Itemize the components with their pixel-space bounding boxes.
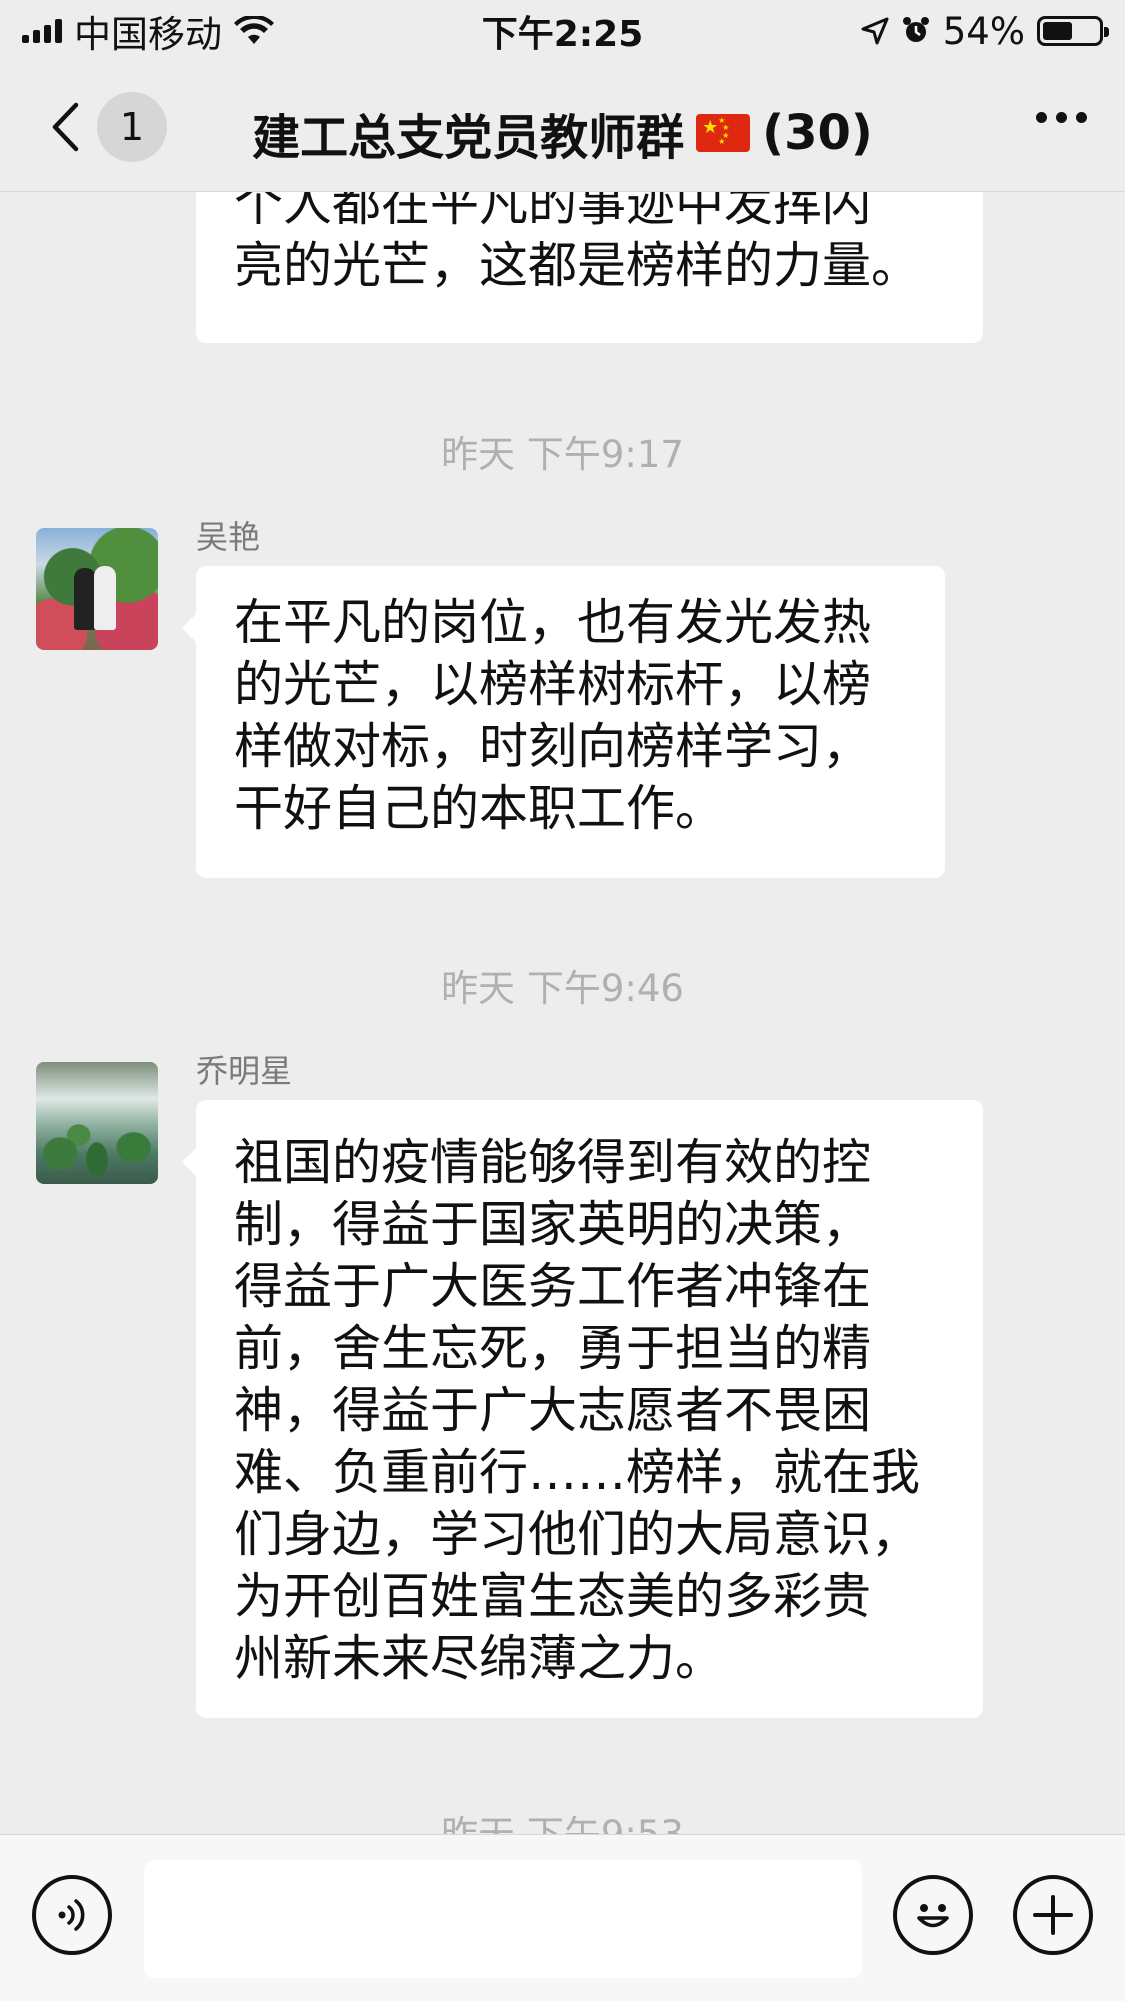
avatar[interactable]: [36, 1062, 158, 1184]
message-line: 前，舍生忘死，勇于担当的精: [234, 1320, 872, 1377]
message-bubble[interactable]: 祖国的疫情能够得到有效的控 制，得益于国家英明的决策， 得益于广大医务工作者冲锋…: [182, 1100, 983, 1718]
message-line: 在平凡的岗位，也有发光发热: [234, 594, 872, 651]
plus-button[interactable]: [1013, 1875, 1093, 1955]
voice-icon: [58, 1899, 85, 1931]
message-line: 得益于广大医务工作者冲锋在: [234, 1258, 872, 1315]
status-bar: 中国移动 下午2:25 54%: [0, 0, 1125, 62]
message-line: 个人都在平凡的事迹中发挥闪: [234, 192, 872, 232]
nav-bar: 1 建工总支党员教师群 ★ ★ ★ ★ ★ (30): [0, 62, 1125, 192]
message-line: 为开创百姓富生态美的多彩贵: [234, 1568, 872, 1625]
status-time: 下午2:25: [481, 14, 644, 55]
emoji-button[interactable]: [893, 1875, 973, 1955]
avatar[interactable]: [36, 528, 158, 650]
message-line: 的光芒，以榜样树标杆，以榜: [234, 656, 872, 713]
timestamp: 昨天 下午9:17: [441, 433, 684, 476]
battery-fill: [1043, 22, 1073, 40]
status-left: 中国移动: [22, 4, 274, 58]
message-line: 制，得益于国家英明的决策，: [234, 1196, 872, 1253]
china-flag-icon: ★ ★ ★ ★ ★: [696, 114, 751, 152]
member-count: (30): [762, 105, 873, 161]
carrier-label: 中国移动: [74, 13, 222, 56]
message-line: 祖国的疫情能够得到有效的控: [234, 1134, 872, 1191]
battery-icon: [1037, 16, 1109, 46]
message-bubble[interactable]: 在平凡的岗位，也有发光发热 的光芒，以榜样树标杆，以榜 样做对标，时刻向榜样学习…: [182, 566, 945, 878]
voice-button[interactable]: [32, 1875, 112, 1955]
message-line: 亮的光芒，这都是榜样的力量。: [234, 237, 921, 294]
message-line: 难、负重前行……榜样，就在我: [234, 1444, 921, 1501]
message-line: 样做对标，时刻向榜样学习，: [234, 718, 872, 775]
timestamp: 昨天 下午9:46: [441, 967, 684, 1010]
sender-name: 乔明星: [196, 1052, 293, 1090]
message-line: 神，得益于广大志愿者不畏困: [234, 1382, 872, 1439]
signal-icon: [22, 19, 62, 43]
message-line: 干好自己的本职工作。: [234, 780, 725, 837]
message-line: 们身边，学习他们的大局意识，: [234, 1506, 921, 1563]
chat-title: 建工总支党员教师群 ★ ★ ★ ★ ★ (30): [0, 98, 1125, 168]
message-bubble[interactable]: 个人都在平凡的事迹中发挥闪 亮的光芒，这都是榜样的力量。: [196, 192, 983, 343]
alarm-icon: [902, 17, 929, 42]
chat-area[interactable]: 个人都在平凡的事迹中发挥闪 亮的光芒，这都是榜样的力量。 昨天 下午9:17 吴…: [0, 192, 1125, 1834]
group-name: 建工总支党员教师群: [252, 110, 685, 166]
wifi-icon: [234, 16, 274, 44]
battery-percent: 54%: [942, 9, 1025, 53]
message-line: 州新未来尽绵薄之力。: [234, 1630, 725, 1687]
status-right: 54%: [861, 9, 1109, 53]
more-dots-icon: [1036, 112, 1047, 123]
emoji-icon: [917, 1904, 949, 1928]
timestamp: 昨天 下午9:53: [0, 1804, 1125, 1834]
location-arrow-icon: [861, 17, 889, 45]
sender-name: 吴艳: [196, 518, 261, 556]
message-input[interactable]: [144, 1860, 862, 1978]
more-button[interactable]: [1036, 112, 1087, 123]
plus-icon: [1033, 1895, 1073, 1935]
input-bar: [0, 1834, 1125, 2001]
